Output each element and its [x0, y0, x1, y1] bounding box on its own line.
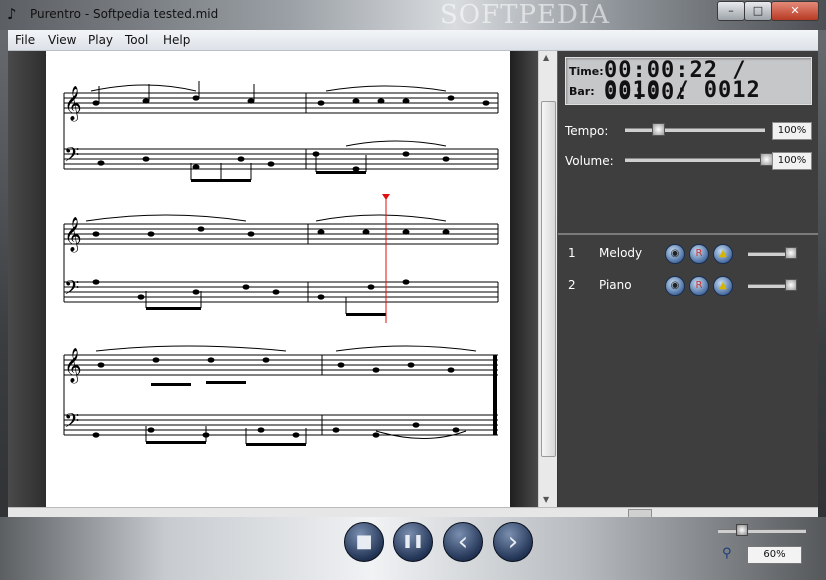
menu-bar: File View Play Tool Help [8, 30, 818, 51]
volume-label: Volume: [565, 154, 614, 168]
magnifier-icon: ⚲ [722, 546, 732, 561]
panel-separator [558, 233, 818, 235]
svg-text:𝄢: 𝄢 [64, 276, 79, 304]
app-window: ♪ Purentro - Softpedia tested.mid SOFTPE… [0, 0, 826, 580]
page-edge [510, 51, 538, 507]
speaker-icon[interactable]: ▲ [713, 244, 733, 264]
bar-label: Bar: [569, 85, 595, 98]
page-margin [8, 51, 46, 507]
window-title: Purentro - Softpedia tested.mid [30, 7, 219, 21]
vertical-scroll-thumb[interactable] [541, 101, 556, 457]
tempo-slider[interactable] [625, 128, 765, 132]
eye-icon[interactable]: ◉ [665, 276, 685, 296]
svg-text:𝄞: 𝄞 [64, 217, 82, 253]
scroll-up-icon[interactable]: ▲ [543, 53, 549, 62]
sheet-music: 𝄞 𝄢 𝄞 𝄢 𝄞 𝄢 [63, 81, 499, 446]
svg-text:𝄞: 𝄞 [64, 86, 82, 122]
previous-button[interactable]: ‹ [443, 522, 483, 562]
track-name: Melody [599, 246, 643, 260]
speaker-icon[interactable]: ▲ [713, 276, 733, 296]
track-number: 1 [568, 246, 576, 260]
tempo-label: Tempo: [565, 124, 609, 138]
system-2 [63, 223, 499, 303]
menu-play[interactable]: Play [88, 33, 113, 47]
title-bar: ♪ Purentro - Softpedia tested.mid SOFTPE… [0, 0, 826, 30]
svg-text:𝄢: 𝄢 [64, 409, 79, 437]
svg-text:𝄞: 𝄞 [64, 348, 82, 384]
track-volume-knob[interactable] [785, 279, 797, 291]
zoom-slider-knob[interactable] [735, 524, 748, 536]
scroll-down-icon[interactable]: ▼ [543, 495, 549, 504]
position-display: Time: 00:00:22 / 00:00: Bar: 0010 / 0012 [565, 57, 812, 105]
close-button[interactable]: ✕ [771, 1, 819, 21]
menu-file[interactable]: File [15, 33, 35, 47]
track-number: 2 [568, 278, 576, 292]
volume-value[interactable]: 100% [772, 152, 812, 170]
zoom-value[interactable]: 60% [747, 546, 802, 564]
system-3 [63, 354, 498, 436]
stop-button[interactable]: ■ [344, 522, 384, 562]
svg-text:𝄢: 𝄢 [64, 143, 79, 171]
time-label: Time: [569, 65, 604, 78]
next-button[interactable]: › [493, 522, 533, 562]
watermark-text: SOFTPEDIA [440, 0, 610, 30]
pause-button[interactable]: ❚❚ [393, 522, 433, 562]
system-1 [63, 92, 499, 170]
menu-tool[interactable]: Tool [125, 33, 148, 47]
vertical-scrollbar[interactable]: ▲ ▼ [538, 51, 557, 507]
maximize-button[interactable]: □ [744, 1, 772, 21]
minimize-button[interactable]: – [717, 1, 745, 21]
track-name: Piano [599, 278, 632, 292]
zoom-slider[interactable] [718, 529, 806, 533]
track-row[interactable]: 2 Piano ◉ R ▲ [558, 274, 818, 298]
record-icon[interactable]: R [689, 244, 709, 264]
record-icon[interactable]: R [689, 276, 709, 296]
tempo-value[interactable]: 100% [772, 122, 812, 140]
track-volume-knob[interactable] [785, 247, 797, 259]
track-row[interactable]: 1 Melody ◉ R ▲ [558, 242, 818, 266]
menu-view[interactable]: View [48, 33, 76, 47]
eye-icon[interactable]: ◉ [665, 244, 685, 264]
bar-value: 0010 / 0012 [604, 78, 761, 103]
note-icon: ♪ [7, 5, 17, 23]
menu-help[interactable]: Help [163, 33, 190, 47]
score-page[interactable]: 𝄞 𝄢 𝄞 𝄢 𝄞 𝄢 [46, 51, 510, 507]
volume-slider[interactable] [625, 158, 765, 162]
tempo-slider-knob[interactable] [652, 123, 665, 136]
